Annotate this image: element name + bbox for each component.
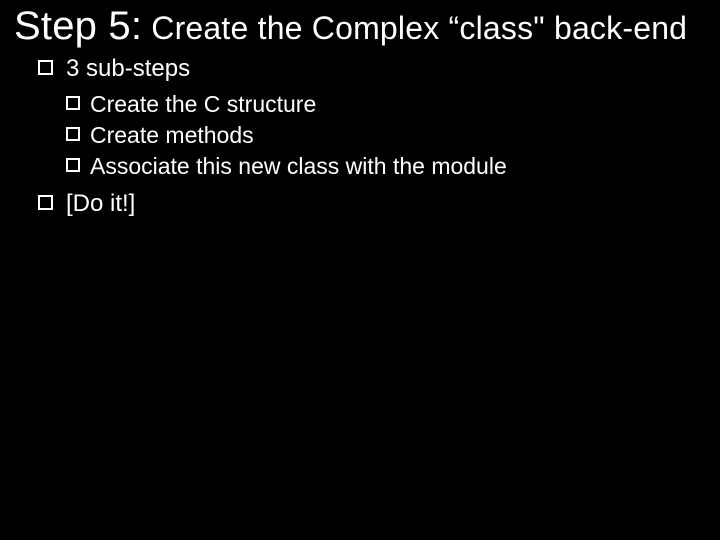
slide: Step 5: Create the Complex “class" back-… xyxy=(0,0,720,540)
bullet-level1: [Do it!] xyxy=(38,190,706,218)
title-rest: Create the Complex “class" back-end xyxy=(142,10,687,46)
bullet-text: Create methods xyxy=(90,122,254,148)
bullet-level2: Create methods xyxy=(66,120,706,151)
bullet-level2: Associate this new class with the module xyxy=(66,151,706,182)
bullet-text: Create the C structure xyxy=(90,91,316,117)
bullet-text: 3 sub-steps xyxy=(66,55,190,82)
bullet-level1: 3 sub-steps xyxy=(38,55,706,83)
slide-body: 3 sub-steps Create the C structure Creat… xyxy=(14,55,706,218)
bullet-text: Associate this new class with the module xyxy=(90,153,507,179)
bullet-level2: Create the C structure xyxy=(66,89,706,120)
sub-bullet-group: Create the C structure Create methods As… xyxy=(38,89,706,182)
slide-title: Step 5: Create the Complex “class" back-… xyxy=(14,4,706,49)
title-step: Step 5: xyxy=(14,4,142,48)
bullet-text: [Do it!] xyxy=(66,190,135,217)
